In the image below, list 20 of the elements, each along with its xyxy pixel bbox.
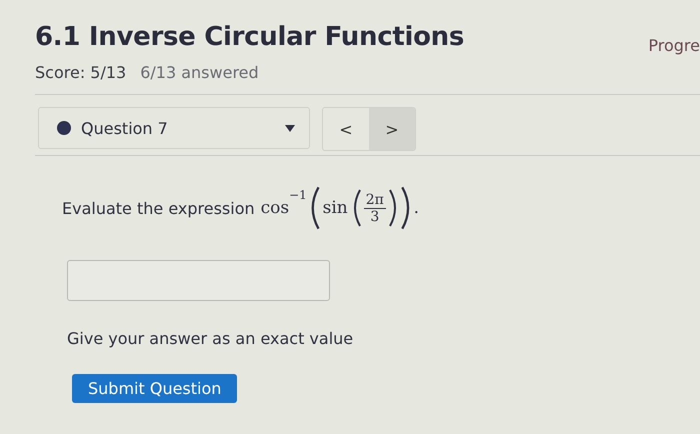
next-button[interactable]: > (369, 108, 415, 150)
answer-field[interactable] (67, 260, 330, 301)
status-dot-icon (57, 121, 71, 135)
question-prompt: Evaluate the expression (62, 198, 255, 218)
page-title: 6.1 Inverse Circular Functions (35, 22, 464, 52)
answered-count: 6/13 answered (140, 63, 259, 82)
submit-button[interactable]: Submit Question (72, 374, 238, 403)
math-function: sin (322, 198, 348, 218)
caret-icon (285, 124, 295, 132)
question-label: Question 7 (81, 118, 169, 138)
math-exponent: −1 (289, 188, 307, 202)
previous-button[interactable]: < (323, 108, 369, 150)
math-period: . (414, 198, 420, 218)
fraction-denominator: 3 (370, 208, 380, 224)
question-dropdown[interactable]: Question 7 (38, 107, 310, 149)
score-text: Score: 5/13 (35, 63, 126, 82)
answer-hint: Give your answer as an exact value (67, 329, 354, 348)
math-function: cos (260, 198, 290, 218)
progress-link[interactable]: Progre (648, 36, 700, 55)
fraction-numerator: 2π (364, 192, 386, 208)
